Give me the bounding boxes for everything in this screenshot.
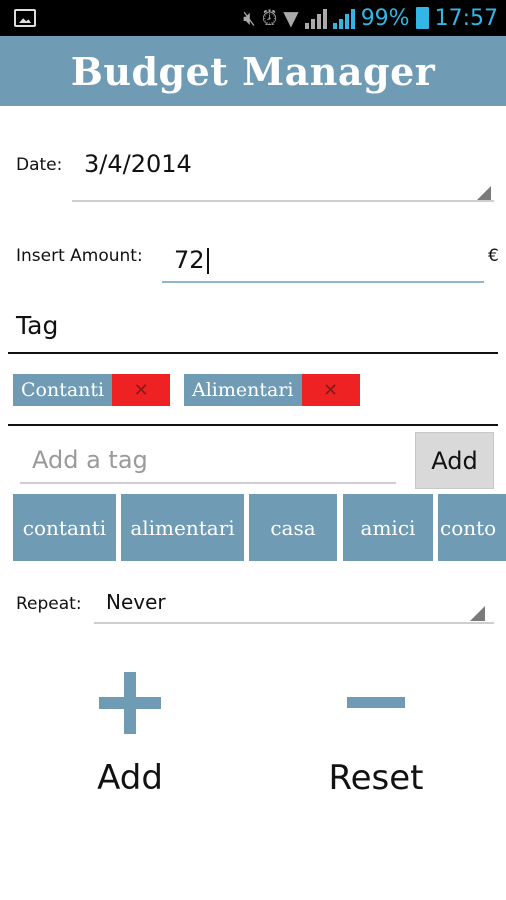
tag-chip-label: Alimentari (184, 374, 302, 406)
repeat-value: Never (106, 590, 166, 614)
currency-symbol: € (488, 246, 499, 266)
spinner-arrow-icon (476, 186, 491, 201)
mute-icon: 🔇︎ (243, 6, 256, 30)
suggested-tag-button[interactable]: amici (343, 494, 433, 561)
status-bar: 🔇︎ ⏰︎ ▼ 99% 17:57 (0, 0, 506, 36)
add-tag-input[interactable]: Add a tag (20, 440, 396, 486)
divider (8, 424, 498, 426)
signal-icon (304, 7, 327, 29)
alarm-icon: ⏰︎ (261, 6, 278, 30)
reset-button[interactable]: Reset (316, 672, 436, 798)
amount-input[interactable]: 72 (162, 238, 484, 286)
battery-icon (415, 7, 429, 29)
date-label: Date: (16, 155, 63, 175)
app-bar: Budget Manager (0, 36, 506, 106)
status-icons: 🔇︎ ⏰︎ ▼ 99% 17:57 (243, 0, 498, 36)
selected-tag-alimentari: Alimentari ✕ (184, 374, 360, 406)
date-spinner[interactable]: 3/4/2014 (72, 140, 494, 204)
spinner-arrow-icon (470, 606, 485, 621)
gallery-icon (14, 9, 36, 27)
amount-label: Insert Amount: (16, 246, 143, 266)
repeat-spinner[interactable]: Never (94, 584, 494, 628)
close-icon[interactable]: ✕ (301, 374, 360, 406)
date-underline (72, 200, 494, 202)
minus-icon (347, 697, 405, 708)
add-tag-placeholder: Add a tag (32, 446, 148, 474)
repeat-underline (94, 622, 494, 624)
close-icon[interactable]: ✕ (112, 374, 171, 406)
amount-value: 72 (174, 246, 209, 274)
repeat-label: Repeat: (16, 594, 82, 614)
date-value: 3/4/2014 (84, 150, 192, 178)
add-entry-label: Add (97, 758, 163, 798)
app-title: Budget Manager (70, 48, 436, 94)
suggested-tag-button[interactable]: casa (249, 494, 337, 561)
tag-chip-label: Contanti (13, 374, 113, 406)
add-entry-button[interactable]: Add (70, 672, 190, 798)
suggested-tag-button[interactable]: conto (438, 494, 506, 561)
clock: 17:57 (434, 5, 498, 31)
battery-percent: 99% (360, 5, 410, 31)
suggested-tag-button[interactable]: contanti (13, 494, 116, 561)
divider (8, 352, 498, 354)
suggested-tag-button[interactable]: alimentari (121, 494, 244, 561)
plus-icon (99, 672, 161, 734)
reset-label: Reset (328, 758, 424, 798)
add-tag-button[interactable]: Add (415, 432, 494, 489)
signal-icon (332, 7, 355, 29)
wifi-icon: ▼ (283, 6, 299, 30)
selected-tag-contanti: Contanti ✕ (13, 374, 171, 406)
tag-section-title: Tag (16, 311, 59, 340)
suggested-tags-bar[interactable]: contanti alimentari casa amici conto (13, 494, 506, 561)
